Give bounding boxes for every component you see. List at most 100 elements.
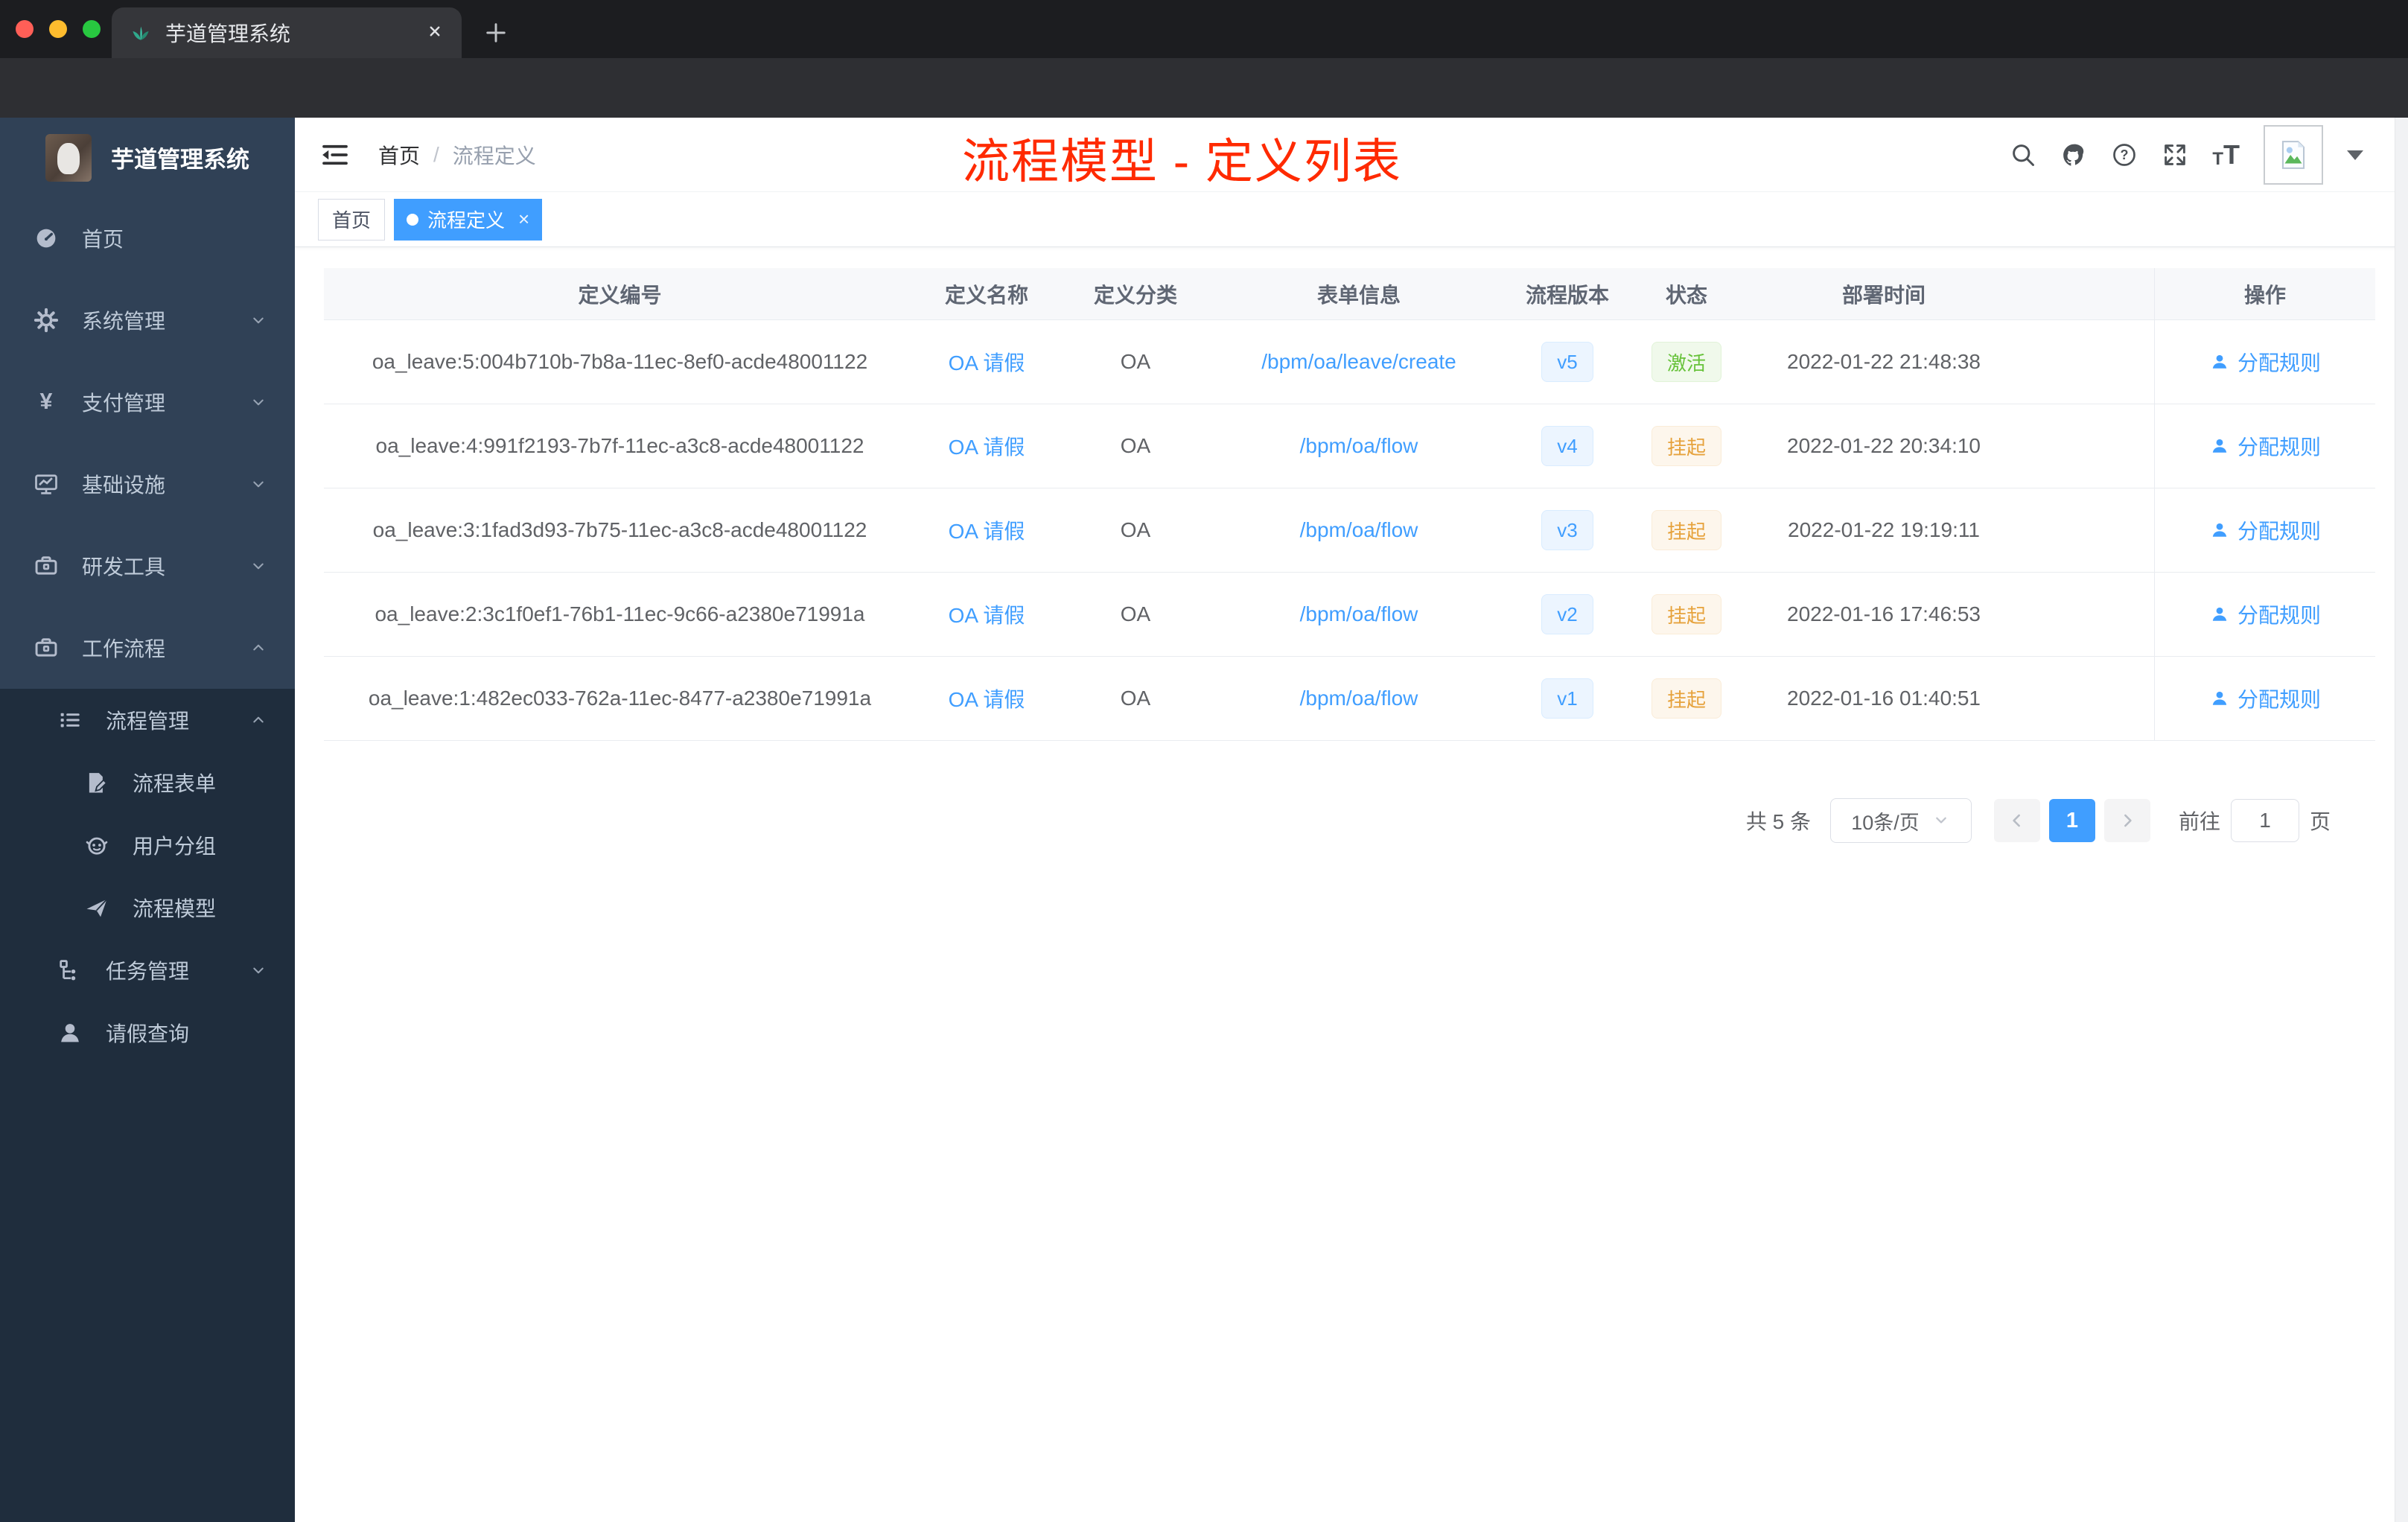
column-header: 定义编号 [578,283,662,307]
page-size-value: 10条/页 [1851,811,1920,834]
version-badge: v5 [1541,342,1593,382]
sidebar-item-label: 支付管理 [82,392,166,415]
sidebar-item-workflow[interactable]: 工作流程 [0,607,295,689]
person-icon [2209,436,2230,456]
sidebar-item-home[interactable]: 首页 [0,197,295,279]
definition-name-link[interactable]: OA 请假 [949,515,1025,545]
new-tab-button[interactable] [480,16,512,49]
next-page-button[interactable] [2103,799,2150,842]
page-number-1[interactable]: 1 [2048,799,2095,842]
assign-rule-button[interactable]: 分配规则 [2209,347,2321,377]
goto-page-input[interactable]: 1 [2230,799,2299,842]
github-icon[interactable] [2060,141,2087,168]
form-icon [83,769,110,796]
table-row: oa_leave:3:1fad3d93-7b75-11ec-a3c8-acde4… [324,488,2375,573]
table-row: oa_leave:4:991f2193-7b7f-11ec-a3c8-acde4… [324,404,2375,488]
form-link[interactable]: /bpm/oa/flow [1300,518,1418,542]
table-row: oa_leave:2:3c1f0ef1-76b1-11ec-9c66-a2380… [324,573,2375,657]
tab-close-icon[interactable] [424,21,445,45]
sidebar-item-infrastructure[interactable]: 基础设施 [0,443,295,525]
assign-rule-button[interactable]: 分配规则 [2209,515,2321,545]
definition-name-link[interactable]: OA 请假 [949,347,1025,377]
sidebar-item-system[interactable]: 系统管理 [0,279,295,361]
breadcrumb-separator: / [433,143,439,166]
sidebar-item-label: 系统管理 [82,310,166,333]
deploy-time: 2022-01-16 17:46:53 [1787,602,1981,625]
sidebar-item-process-mgmt[interactable]: 流程管理 [0,689,295,751]
search-icon[interactable] [2010,141,2036,168]
tab-title: 芋道管理系统 [165,22,291,45]
breadcrumb-current: 流程定义 [452,144,536,168]
definition-name-link[interactable]: OA 请假 [949,684,1025,713]
sidebar-item-label: 流程表单 [133,772,217,795]
person-icon [2209,688,2230,709]
tag-home[interactable]: 首页 [318,198,386,241]
avatar[interactable] [2264,125,2323,185]
tag-process-definition[interactable]: 流程定义 × [394,198,543,241]
deploy-time: 2022-01-22 20:34:10 [1787,434,1981,457]
assign-rule-button[interactable]: 分配规则 [2209,684,2321,713]
chevron-up-icon [249,710,268,730]
browser-tab[interactable]: 芋道管理系统 [112,7,462,58]
tag-close-icon[interactable]: × [518,208,529,231]
breadcrumb-home[interactable]: 首页 [378,140,420,170]
definition-id: oa_leave:4:991f2193-7b7f-11ec-a3c8-acde4… [375,434,864,457]
goto-label: 前往 [2178,810,2220,833]
chevron-up-icon [249,638,268,657]
form-link[interactable]: /bpm/oa/leave/create [1261,350,1456,374]
prev-page-button[interactable] [1993,799,2040,842]
yen-icon: ¥ [33,389,60,415]
top-navbar: 首页 / 流程定义 流程模型 - 定义列表 ? TT [295,118,2408,192]
sidebar-item-label: 工作流程 [82,637,166,660]
sidebar-submenu: 流程管理流程表单用户分组 流程模型 任务管理 请假查询 [0,689,295,1064]
minimize-window-button[interactable] [49,20,67,38]
status-badge: 激活 [1651,342,1721,382]
page-size-select[interactable]: 10条/页 [1829,798,1972,843]
sidebar-item-user-group[interactable]: 用户分组 [0,814,295,876]
person-icon [2209,520,2230,541]
pagination: 共 5 条 10条/页 1 前往 1 页 [324,798,2331,843]
column-header: 部署时间 [1841,283,1926,307]
sidebar-item-leave-query[interactable]: 请假查询 [0,1002,295,1064]
sidebar-item-devtools[interactable]: 研发工具 [0,525,295,607]
column-header-spacer [2025,268,2154,319]
assign-rule-button[interactable]: 分配规则 [2209,599,2321,629]
logo-avatar [45,133,92,182]
monitor-icon [33,471,60,497]
sidebar-item-process-form[interactable]: 流程表单 [0,751,295,814]
status-badge: 挂起 [1651,594,1721,634]
app-title: 芋道管理系统 [111,147,249,173]
fullscreen-icon[interactable] [2162,141,2188,168]
gear-icon [33,307,60,334]
sidebar-menu: 首页系统管理 ¥ 支付管理基础设施 研发工具工作流程 [0,197,295,689]
person-icon [2209,351,2230,372]
page-scrollbar[interactable] [2395,118,2408,1522]
font-size-icon[interactable]: TT [2212,141,2240,168]
close-window-button[interactable] [16,20,34,38]
sidebar-item-task-mgmt[interactable]: 任务管理 [0,939,295,1002]
table-row: oa_leave:5:004b710b-7b8a-11ec-8ef0-acde4… [324,320,2375,404]
definition-table: 定义编号 定义名称 定义分类 表单信息 流程版本 状态 部署时间 操作 oa_leave:5:… [324,268,2375,741]
help-icon[interactable]: ? [2111,141,2138,168]
sidebar-item-process-model[interactable]: 流程模型 [0,876,295,939]
status-badge: 挂起 [1651,678,1721,719]
column-header: 表单信息 [1316,283,1401,307]
form-link[interactable]: /bpm/oa/flow [1300,434,1418,458]
macos-traffic-lights [16,20,101,38]
briefcase-icon [33,634,60,661]
sidebar-item-payment[interactable]: ¥ 支付管理 [0,361,295,443]
chevron-down-icon [249,556,268,576]
sidebar-fold-icon[interactable] [320,140,350,170]
form-link[interactable]: /bpm/oa/flow [1300,602,1418,626]
assign-rule-button[interactable]: 分配规则 [2209,431,2321,461]
definition-name-link[interactable]: OA 请假 [949,431,1025,461]
send-icon [83,894,110,921]
definition-category: OA [1120,518,1151,541]
table-header-row: 定义编号 定义名称 定义分类 表单信息 流程版本 状态 部署时间 操作 [324,268,2375,320]
definition-category: OA [1120,350,1151,373]
form-link[interactable]: /bpm/oa/flow [1300,687,1418,710]
column-header: 定义分类 [1093,283,1177,307]
definition-name-link[interactable]: OA 请假 [949,599,1025,629]
avatar-caret-icon[interactable] [2347,150,2363,160]
zoom-window-button[interactable] [83,20,101,38]
